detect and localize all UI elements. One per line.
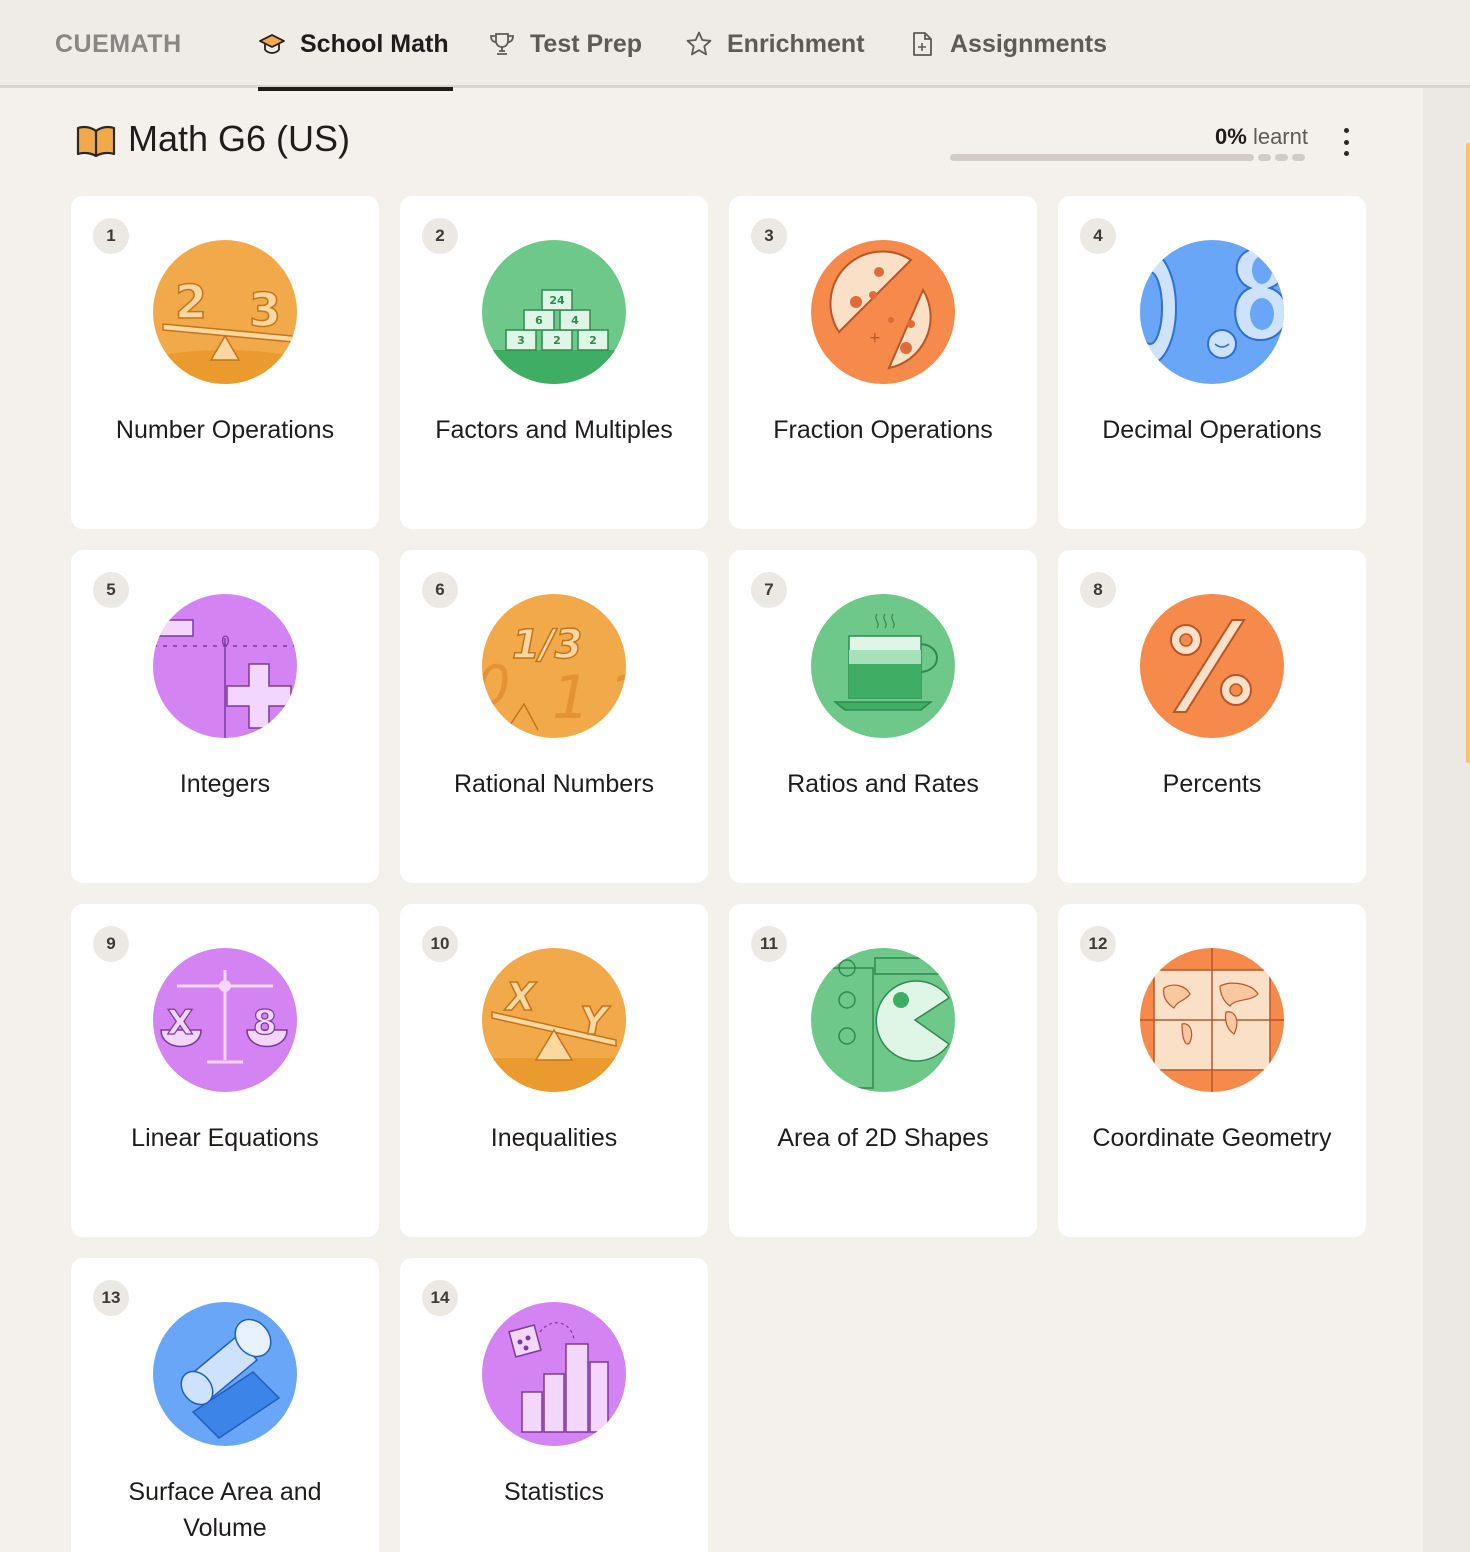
chapter-grid: 1 2 3 Number Operations 2 3 2 2 6 4 24 F…	[71, 196, 1366, 1552]
tab-label: Assignments	[950, 29, 1107, 58]
svg-text:0: 0	[221, 634, 230, 650]
chapter-card-linear-equations[interactable]: 9 X 8 Linear Equations	[71, 904, 379, 1237]
percent-sign-illustration	[1140, 594, 1284, 738]
chapter-number-badge: 7	[751, 572, 787, 608]
chapter-number-badge: 14	[422, 1280, 458, 1316]
chapter-title: Area of 2D Shapes	[777, 1124, 989, 1152]
chapter-number-badge: 8	[1080, 572, 1116, 608]
chapter-card-rational-numbers[interactable]: 6 0 1 2 1/3 Rational Numbers	[400, 550, 708, 883]
tab-assignments[interactable]: Assignments	[908, 0, 1107, 88]
chapter-title: Linear Equations	[131, 1124, 319, 1152]
svg-text:0: 0	[482, 654, 510, 717]
svg-text:X: X	[504, 975, 537, 1019]
chapter-card-decimal-operations[interactable]: 4 Decimal Operations	[1058, 196, 1366, 529]
chapter-title: Percents	[1162, 770, 1262, 798]
chapter-number-badge: 2	[422, 218, 458, 254]
chapter-card-surface-area-and-volume[interactable]: 13 Surface Area and Volume	[71, 1258, 379, 1552]
chapter-card-integers[interactable]: 5 0 Integers	[71, 550, 379, 883]
pacman-shape-illustration	[811, 948, 955, 1092]
chapter-number-badge: 3	[751, 218, 787, 254]
progress-label: 0% learnt	[1150, 124, 1308, 150]
chapter-card-fraction-operations[interactable]: 3 + Fraction Operations	[729, 196, 1037, 529]
chapter-number-badge: 10	[422, 926, 458, 962]
chapter-title: Inequalities	[490, 1124, 618, 1152]
more-options-button[interactable]	[1332, 124, 1360, 160]
chapter-number-badge: 12	[1080, 926, 1116, 962]
tab-label: School Math	[300, 29, 449, 58]
chapter-title: Statistics	[503, 1478, 605, 1506]
chapter-card-factors-and-multiples[interactable]: 2 3 2 2 6 4 24 Factors and Multiples	[400, 196, 708, 529]
svg-text:24: 24	[549, 294, 565, 307]
tab-label: Enrichment	[727, 29, 865, 58]
chapter-number-badge: 4	[1080, 218, 1116, 254]
chapter-number-badge: 6	[422, 572, 458, 608]
decimal-digits-illustration	[1140, 240, 1284, 384]
svg-text:+: +	[869, 330, 881, 346]
number-blocks-illustration: 3 2 2 6 4 24	[482, 240, 626, 384]
document-icon	[913, 32, 932, 56]
tab-test-prep[interactable]: Test Prep	[488, 0, 642, 88]
tab-enrichment[interactable]: Enrichment	[685, 0, 865, 88]
svg-text:4: 4	[571, 314, 579, 327]
brand-logo[interactable]: CUEMATH	[55, 30, 182, 59]
chapter-number-badge: 11	[751, 926, 787, 962]
pizza-slices-illustration: +	[811, 240, 955, 384]
svg-text:2: 2	[589, 334, 597, 347]
chapter-number-badge: 5	[93, 572, 129, 608]
chapter-number-badge: 1	[93, 218, 129, 254]
chapter-number-badge: 13	[93, 1280, 129, 1316]
progress-suffix: learnt	[1252, 124, 1308, 149]
svg-text:3: 3	[249, 283, 281, 337]
svg-text:2: 2	[553, 334, 561, 347]
chapter-card-ratios-and-rates[interactable]: 7 Ratios and Rates	[729, 550, 1037, 883]
graduation-cap-icon	[259, 34, 285, 54]
right-scrollbar[interactable]	[1423, 88, 1470, 1552]
chapter-title: Fraction Operations	[773, 416, 993, 444]
chapter-title: Integers	[179, 770, 271, 798]
svg-text:8: 8	[253, 1003, 277, 1043]
chapter-card-percents[interactable]: 8 Percents	[1058, 550, 1366, 883]
chapter-card-coordinate-geometry[interactable]: 12 Coordinate Geometry	[1058, 904, 1366, 1237]
progress-segments	[1258, 154, 1305, 161]
svg-text:Y: Y	[580, 999, 611, 1043]
seesaw-x-y-illustration: X Y	[482, 948, 626, 1092]
chapter-title: Coordinate Geometry	[1092, 1124, 1332, 1152]
svg-text:X: X	[167, 1003, 193, 1043]
chapter-title: Number Operations	[115, 416, 335, 444]
tab-label: Test Prep	[530, 29, 643, 58]
star-icon	[686, 31, 712, 56]
svg-text:1 2: 1 2	[552, 663, 626, 733]
chapter-card-area-of-2d-shapes[interactable]: 11 Area of 2D Shapes	[729, 904, 1037, 1237]
progress-bar	[950, 154, 1254, 161]
balance-2-3-illustration: 2 3	[153, 240, 297, 384]
chapter-card-statistics[interactable]: 14 Statistics	[400, 1258, 708, 1552]
scale-x-8-illustration: X 8	[153, 948, 297, 1092]
chapter-card-number-operations[interactable]: 1 2 3 Number Operations	[71, 196, 379, 529]
trophy-icon	[490, 33, 514, 55]
chapter-title: Ratios and Rates	[787, 770, 979, 798]
chapter-title: Rational Numbers	[453, 770, 655, 798]
coffee-cup-illustration	[811, 594, 955, 738]
fraction-one-third-illustration: 0 1 2 1/3	[482, 594, 626, 738]
open-book-icon	[76, 125, 116, 158]
svg-text:3: 3	[517, 334, 525, 347]
svg-text:6: 6	[535, 314, 543, 327]
chapter-title: Decimal Operations	[1102, 416, 1322, 444]
svg-text:1/3: 1/3	[512, 622, 582, 668]
tab-school-math[interactable]: School Math	[258, 0, 453, 91]
top-nav-bar: CUEMATH School Math Test Prep Enrichment…	[0, 0, 1470, 91]
chapter-title: Surface Area and Volume	[128, 1478, 322, 1542]
course-title: Math G6 (US)	[128, 118, 351, 159]
chapter-card-inequalities[interactable]: 10 X Y Inequalities	[400, 904, 708, 1237]
chapter-number-badge: 9	[93, 926, 129, 962]
cylinder-net-illustration	[153, 1302, 297, 1446]
svg-text:2: 2	[175, 275, 207, 329]
dice-bar-chart-illustration	[482, 1302, 626, 1446]
world-map-grid-illustration	[1140, 948, 1284, 1092]
chapter-title: Factors and Multiples	[435, 416, 673, 444]
progress-value: 0%	[1215, 124, 1247, 149]
number-line-plus-illustration: 0	[153, 594, 297, 738]
